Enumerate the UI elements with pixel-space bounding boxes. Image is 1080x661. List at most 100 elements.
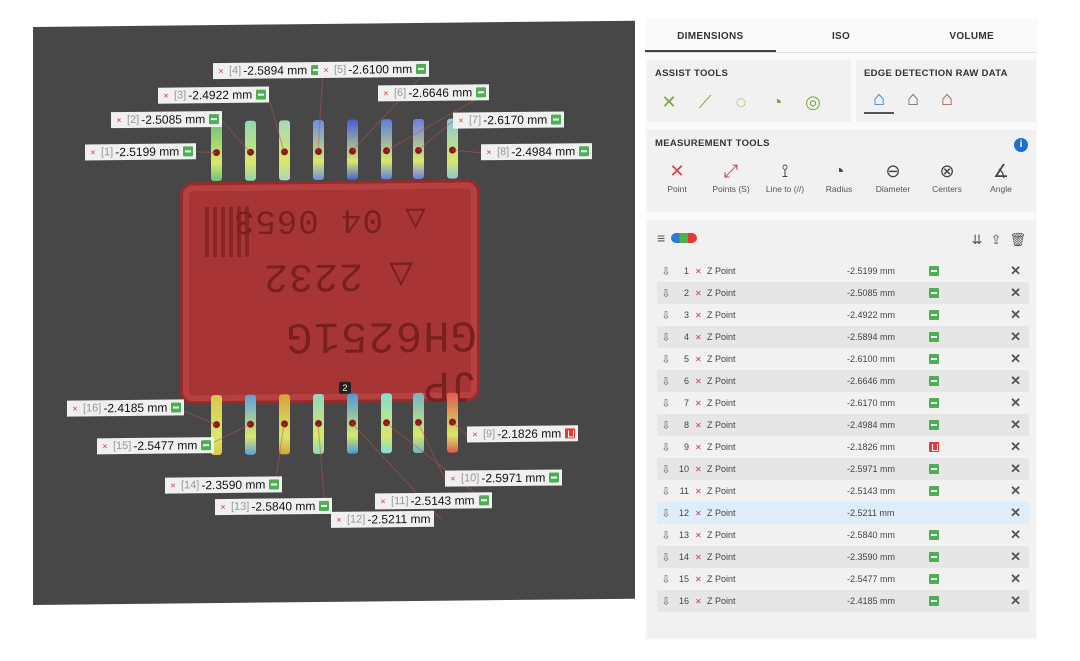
measurement-label[interactable]: × [14] -2.3590 mm	[165, 476, 283, 494]
delete-row-icon[interactable]: ✕	[1010, 439, 1021, 455]
row-sort-icon[interactable]: ⇩	[657, 287, 675, 300]
delete-row-icon[interactable]: ✕	[1010, 329, 1021, 345]
tool-point[interactable]: ✕ Point	[651, 158, 703, 194]
tool-radius[interactable]: ◔ Radius	[813, 158, 865, 194]
table-row[interactable]: ⇩ 1 ✕ Z Point -2.5199 mm ✕	[657, 260, 1029, 282]
delete-row-icon[interactable]: ✕	[1010, 571, 1021, 587]
delete-row-icon[interactable]: ✕	[1010, 549, 1021, 565]
measurement-label[interactable]: × [15] -2.5477 mm	[97, 437, 215, 455]
house-gray-icon[interactable]: ⌂	[898, 86, 928, 112]
row-sort-icon[interactable]: ⇩	[657, 375, 675, 388]
table-row[interactable]: ⇩ 12 ✕ Z Point -2.5211 mm ✕	[657, 502, 1029, 524]
row-sort-icon[interactable]: ⇩	[657, 463, 675, 476]
house-blue-icon[interactable]: ⌂	[864, 86, 894, 114]
row-sort-icon[interactable]: ⇩	[657, 529, 675, 542]
measurement-label[interactable]: × [2] -2.5085 mm	[111, 111, 223, 129]
table-row[interactable]: ⇩ 9 ✕ Z Point -2.1826 mm ✕	[657, 436, 1029, 458]
row-sort-icon[interactable]: ⇩	[657, 595, 675, 608]
close-icon[interactable]: ×	[380, 85, 392, 101]
row-sort-icon[interactable]: ⇩	[657, 485, 675, 498]
table-row[interactable]: ⇩ 14 ✕ Z Point -2.3590 mm ✕	[657, 546, 1029, 568]
delete-row-icon[interactable]: ✕	[1010, 505, 1021, 521]
tab-volume[interactable]: VOLUME	[906, 18, 1037, 52]
table-row[interactable]: ⇩ 10 ✕ Z Point -2.5971 mm ✕	[657, 458, 1029, 480]
delete-row-icon[interactable]: ✕	[1010, 351, 1021, 367]
export-icon[interactable]: ⇪	[991, 232, 1002, 248]
center-marker[interactable]: 2	[339, 381, 351, 394]
tool-diameter[interactable]: ⊖ Diameter	[867, 158, 919, 194]
measurement-label[interactable]: × [12] -2.5211 mm	[331, 510, 434, 528]
close-icon[interactable]: ×	[455, 112, 467, 128]
close-icon[interactable]: ×	[167, 477, 179, 493]
row-sort-icon[interactable]: ⇩	[657, 331, 675, 344]
measurement-label[interactable]: × [5] -2.6100 mm	[318, 60, 430, 79]
measurement-label[interactable]: × [13] -2.5840 mm	[215, 497, 333, 516]
delete-row-icon[interactable]: ✕	[1010, 527, 1021, 543]
close-icon[interactable]: ×	[447, 471, 459, 487]
close-icon[interactable]: ×	[215, 63, 227, 79]
table-row[interactable]: ⇩ 15 ✕ Z Point -2.5477 mm ✕	[657, 568, 1029, 590]
tab-iso[interactable]: ISO	[776, 18, 907, 52]
measurement-label[interactable]: × [3] -2.4922 mm	[158, 86, 270, 104]
delete-row-icon[interactable]: ✕	[1010, 593, 1021, 609]
row-sort-icon[interactable]: ⇩	[657, 507, 675, 520]
measurement-label[interactable]: × [11] -2.5143 mm	[375, 492, 492, 510]
info-icon[interactable]: i	[1014, 138, 1028, 152]
table-row[interactable]: ⇩ 13 ✕ Z Point -2.5840 mm ✕	[657, 524, 1029, 546]
measurement-label[interactable]: × [6] -2.6646 mm	[378, 84, 490, 102]
3d-viewport[interactable]: △ 04 0653 △ 2232 JP GH6251G 2 × [4] -2.589…	[33, 20, 635, 606]
table-row[interactable]: ⇩ 16 ✕ Z Point -2.4185 mm ✕	[657, 590, 1029, 612]
measurement-label[interactable]: × [4] -2.5894 mm	[213, 61, 325, 80]
delete-row-icon[interactable]: ✕	[1010, 483, 1021, 499]
tool-angle[interactable]: ∡ Angle	[975, 158, 1027, 194]
measurement-label[interactable]: × [9] -2.1826 mm	[467, 425, 579, 443]
circle-concentric-icon[interactable]: ◎	[801, 90, 825, 114]
row-sort-icon[interactable]: ⇩	[657, 397, 675, 410]
tool-points[interactable]: ⤢ Points (S)	[705, 158, 757, 194]
measurement-label[interactable]: × [16] -2.4185 mm	[67, 399, 185, 417]
tool-line-to[interactable]: ⟟ Line to (//)	[759, 158, 811, 194]
delete-row-icon[interactable]: ✕	[1010, 307, 1021, 323]
house-brown-icon[interactable]: ⌂	[932, 86, 962, 112]
table-row[interactable]: ⇩ 7 ✕ Z Point -2.6170 mm ✕	[657, 392, 1029, 414]
close-icon[interactable]: ×	[333, 512, 345, 528]
close-icon[interactable]: ×	[483, 144, 495, 160]
sort-icon[interactable]: ⇊	[972, 232, 983, 248]
row-sort-icon[interactable]: ⇩	[657, 353, 675, 366]
close-icon[interactable]: ×	[320, 62, 332, 78]
close-icon[interactable]: ×	[69, 400, 81, 416]
close-icon[interactable]: ×	[99, 438, 111, 454]
row-sort-icon[interactable]: ⇩	[657, 265, 675, 278]
circle-dashed-icon[interactable]: ◌	[729, 90, 753, 114]
measurement-label[interactable]: × [8] -2.4984 mm	[481, 143, 593, 161]
close-icon[interactable]: ×	[469, 426, 481, 442]
delete-row-icon[interactable]: ✕	[1010, 417, 1021, 433]
close-icon[interactable]: ×	[217, 499, 229, 515]
delete-row-icon[interactable]: ✕	[1010, 285, 1021, 301]
table-row[interactable]: ⇩ 2 ✕ Z Point -2.5085 mm ✕	[657, 282, 1029, 304]
measurement-label[interactable]: × [10] -2.5971 mm	[445, 469, 563, 487]
circle-radius-icon[interactable]: ◔	[765, 90, 789, 114]
row-sort-icon[interactable]: ⇩	[657, 309, 675, 322]
close-icon[interactable]: ×	[113, 112, 125, 128]
cross-icon[interactable]: ✕	[657, 90, 681, 114]
status-filter-toggle[interactable]	[671, 233, 698, 243]
table-row[interactable]: ⇩ 6 ✕ Z Point -2.6646 mm ✕	[657, 370, 1029, 392]
table-row[interactable]: ⇩ 5 ✕ Z Point -2.6100 mm ✕	[657, 348, 1029, 370]
delete-row-icon[interactable]: ✕	[1010, 373, 1021, 389]
delete-row-icon[interactable]: ✕	[1010, 263, 1021, 279]
table-row[interactable]: ⇩ 11 ✕ Z Point -2.5143 mm ✕	[657, 480, 1029, 502]
close-icon[interactable]: ×	[160, 88, 172, 104]
tab-dimensions[interactable]: DIMENSIONS	[645, 18, 776, 52]
measurement-label[interactable]: × [7] -2.6170 mm	[453, 111, 565, 129]
table-row[interactable]: ⇩ 8 ✕ Z Point -2.4984 mm ✕	[657, 414, 1029, 436]
delete-row-icon[interactable]: ✕	[1010, 461, 1021, 477]
row-sort-icon[interactable]: ⇩	[657, 551, 675, 564]
close-icon[interactable]: ×	[377, 493, 389, 509]
menu-icon[interactable]: ≡	[657, 230, 665, 246]
delete-row-icon[interactable]: ✕	[1010, 395, 1021, 411]
row-sort-icon[interactable]: ⇩	[657, 419, 675, 432]
table-row[interactable]: ⇩ 3 ✕ Z Point -2.4922 mm ✕	[657, 304, 1029, 326]
tool-centers[interactable]: ⊗ Centers	[921, 158, 973, 194]
close-icon[interactable]: ×	[87, 144, 99, 160]
